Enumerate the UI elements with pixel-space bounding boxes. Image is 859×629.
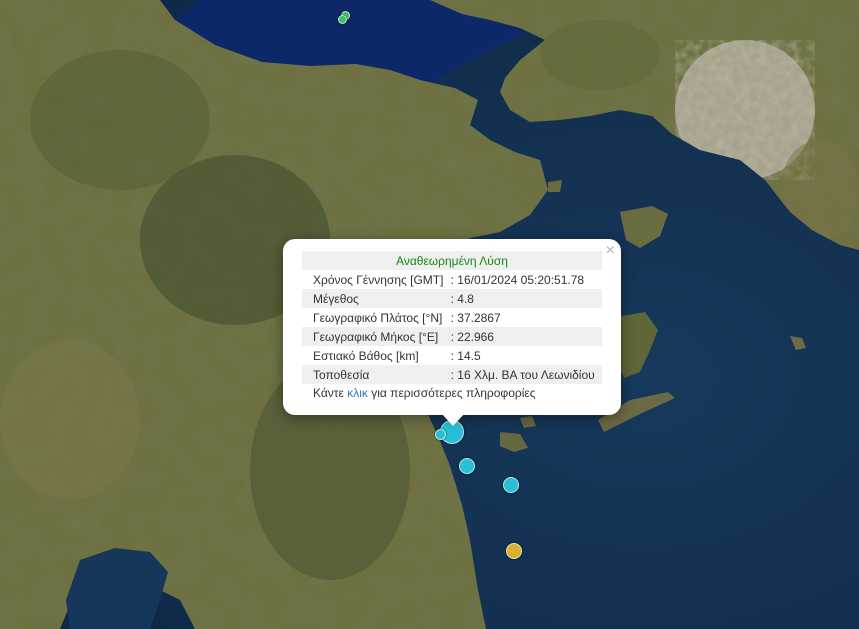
quake-details-table: Αναθεωρημένη Λύση Χρόνος Γέννησης [GMT] … (302, 251, 602, 384)
magnitude-label: Μέγεθος (302, 289, 451, 308)
longitude-value: : 22.966 (450, 327, 602, 346)
quake-marker[interactable] (503, 477, 519, 493)
depth-value: : 14.5 (450, 348, 481, 363)
earthquake-info-popup: × Αναθεωρημένη Λύση Χρόνος Γέννησης [GMT… (283, 239, 621, 415)
origin-time-value: : 16/01/2024 05:20:51.78 (450, 272, 585, 287)
latitude-value: : 37.2867 (450, 310, 501, 325)
quake-marker[interactable] (338, 15, 347, 24)
depth-label: Εστιακό Βάθος [km] (313, 348, 419, 363)
origin-time-label: Χρόνος Γέννησης [GMT] (313, 272, 444, 287)
popup-title: Αναθεωρημένη Λύση (302, 251, 602, 270)
location-value: : 16 Χλμ. ΒΑ του Λεωνιδίου (450, 365, 602, 384)
more-info-prefix: Κάντε (313, 386, 348, 400)
latitude-label: Γεωγραφικό Πλάτος [°N] (313, 310, 443, 325)
close-icon[interactable]: × (606, 243, 615, 259)
more-info-text: Κάντε κλικ για περισσότερες πληροφορίες (313, 386, 536, 400)
magnitude-value: : 4.8 (450, 289, 602, 308)
location-label: Τοποθεσία (302, 365, 451, 384)
more-info-suffix: για περισσότερες πληροφορίες (367, 386, 536, 400)
quake-marker[interactable] (506, 543, 522, 559)
quake-marker[interactable] (459, 458, 475, 474)
longitude-label: Γεωγραφικό Μήκος [°E] (302, 327, 451, 346)
quake-marker[interactable] (435, 429, 446, 440)
more-info-link[interactable]: κλικ (347, 386, 368, 400)
popup-tip (441, 413, 465, 426)
